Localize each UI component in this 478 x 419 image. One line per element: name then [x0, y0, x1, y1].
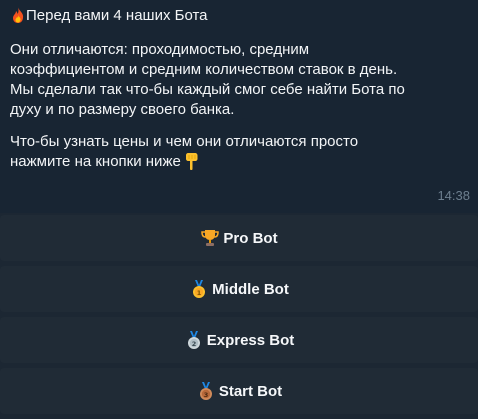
- svg-text:2: 2: [191, 340, 196, 348]
- middle-bot-button[interactable]: 1 Middle Bot: [0, 266, 478, 312]
- svg-text:1: 1: [197, 289, 202, 297]
- message-text-line: духу и по размеру своего банка.: [10, 101, 235, 118]
- message-text-line: коэффициентом и средним количеством став…: [10, 61, 398, 78]
- inline-keyboard: Pro Bot 1 Middle Bot 2 Express Bot 3 Sta…: [0, 215, 478, 419]
- message-title: Перед вами 4 наших Бота: [26, 7, 208, 24]
- message-timestamp: 14:38: [437, 188, 470, 203]
- fire-icon: [10, 6, 26, 28]
- message-text-line: нажмите на кнопки ниже: [10, 152, 468, 173]
- svg-text:3: 3: [204, 391, 209, 399]
- message-text-line: Мы сделали так что-бы каждый смог себе н…: [10, 81, 405, 98]
- start-bot-button[interactable]: 3 Start Bot: [0, 368, 478, 414]
- pro-bot-button-label: Pro Bot: [223, 229, 278, 247]
- trophy-icon: [200, 228, 220, 248]
- bronze-medal-icon: 3: [196, 381, 216, 401]
- message-title-line: Перед вами 4 наших Бота: [10, 6, 468, 28]
- gold-medal-icon: 1: [189, 279, 209, 299]
- message-text-line: Что-бы узнать цены и чем они отличаются …: [10, 133, 359, 150]
- pro-bot-button[interactable]: Pro Bot: [0, 215, 478, 261]
- express-bot-button-label: Express Bot: [206, 331, 295, 349]
- silver-medal-icon: 2: [184, 330, 204, 350]
- middle-bot-button-label: Middle Bot: [212, 280, 289, 298]
- express-bot-button[interactable]: 2 Express Bot: [0, 317, 478, 363]
- bot-message: Перед вами 4 наших Бота Они отличаются: …: [0, 0, 478, 213]
- pointing-down-icon: [185, 152, 199, 173]
- message-text-line: Они отличаются: проходимостью, средним: [10, 41, 310, 58]
- start-bot-button-label: Start Bot: [218, 382, 283, 400]
- message-text: нажмите на кнопки ниже: [10, 153, 181, 170]
